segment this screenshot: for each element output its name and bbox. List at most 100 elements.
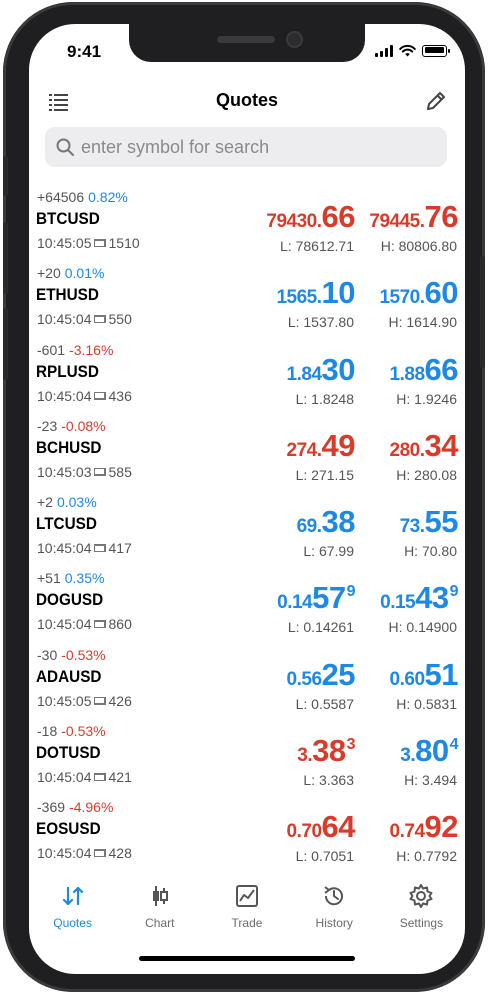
spread-icon — [93, 543, 106, 553]
ask-price: 0.15439 — [380, 580, 458, 616]
volume-down-button — [3, 308, 8, 380]
bid-price-pips: 49 — [321, 427, 356, 463]
quote-meta: 10:45:05 1510 — [37, 235, 140, 251]
quote-time: 10:45:04 — [37, 387, 92, 404]
bid-price-prefix: 3. — [297, 745, 313, 767]
bid-price-fraction: 3 — [346, 736, 356, 754]
bid-price: 1565.10 — [276, 275, 355, 311]
change-points: +2 — [37, 494, 53, 511]
bid-price-pips: 57 — [312, 580, 346, 616]
tab-quotes[interactable]: Quotes — [29, 876, 116, 936]
change-percent: 0.03% — [56, 494, 97, 511]
symbol-name: DOGUSD — [36, 590, 104, 610]
quote-row[interactable]: -23 -0.08% BCHUSD 10:45:03 585 274.49 280.34 L:… — [29, 416, 465, 492]
ask-price-pips: 60 — [424, 275, 459, 311]
quote-row[interactable]: +64506 0.82% BTCUSD 10:45:05 1510 79430.66 794… — [29, 187, 465, 263]
tab-trade[interactable]: Trade — [203, 876, 290, 936]
ask-price: 1570.60 — [379, 275, 458, 311]
spread-icon — [93, 696, 106, 706]
status-time: 9:41 — [67, 42, 102, 61]
spread-value: 585 — [108, 463, 132, 480]
high-price: H: 0.7792 — [396, 848, 457, 865]
tab-label: Chart — [145, 916, 175, 930]
spread-icon — [93, 314, 106, 324]
low-price: L: 0.7051 — [295, 848, 354, 865]
symbol-name: ETHUSD — [36, 285, 99, 305]
speaker — [217, 36, 275, 43]
spread-value: 417 — [108, 540, 132, 557]
symbol-name: DOTUSD — [36, 743, 101, 763]
bid-price-pips: 38 — [321, 504, 356, 540]
change-points: +64506 — [37, 189, 85, 205]
quote-row[interactable]: -601 -3.16% RPLUSD 10:45:04 436 1.8430 1.8866 L… — [29, 340, 465, 416]
low-price: L: 67.99 — [303, 543, 354, 560]
quote-time: 10:45:05 — [37, 235, 92, 251]
quotes-icon — [59, 882, 87, 910]
change-points: -601 — [37, 341, 66, 358]
ask-price-prefix: 1570. — [379, 287, 425, 309]
bid-price-prefix: 0.56 — [286, 668, 322, 690]
pencil-icon[interactable] — [423, 88, 449, 114]
quote-row[interactable]: +51 0.35% DOGUSD 10:45:04 860 0.14579 0.15439 L… — [29, 568, 465, 644]
tab-chart[interactable]: Chart — [116, 876, 203, 936]
quote-row[interactable]: -369 -4.96% EOSUSD 10:45:04 428 0.7064 0.7492 L… — [29, 797, 465, 873]
bid-price-pips: 64 — [321, 809, 356, 845]
change-percent: -4.96% — [69, 799, 114, 816]
bid-price: 79430.66 — [266, 199, 355, 235]
symbol-name: ADAUSD — [36, 666, 102, 686]
quote-row[interactable]: +2 0.03% LTCUSD 10:45:04 417 69.38 73.55 L: 67.… — [29, 492, 465, 568]
home-indicator — [139, 956, 355, 961]
search-input[interactable] — [81, 127, 441, 167]
low-price: L: 3.363 — [303, 772, 354, 789]
change-points: +20 — [37, 265, 61, 282]
high-price: H: 280.08 — [396, 466, 457, 483]
high-price: H: 80806.80 — [380, 238, 457, 254]
ask-price-fraction: 9 — [449, 583, 459, 601]
tab-label: Settings — [399, 916, 444, 930]
high-price: H: 0.5831 — [396, 695, 457, 712]
tab-settings[interactable]: Settings — [378, 876, 465, 936]
bid-price-prefix: 0.14 — [277, 592, 313, 614]
quote-row[interactable]: -18 -0.53% DOTUSD 10:45:04 421 3.383 3.804 L: 3… — [29, 721, 465, 797]
bid-price-prefix: 0.70 — [286, 821, 322, 843]
quote-row[interactable]: -30 -0.53% ADAUSD 10:45:05 426 0.5625 0.6051 L:… — [29, 645, 465, 721]
quote-row[interactable]: +20 0.01% ETHUSD 10:45:04 550 1565.10 1570.60 L… — [29, 263, 465, 339]
spread-value: 550 — [108, 311, 132, 328]
quote-time: 10:45:04 — [37, 540, 92, 557]
quote-meta: 10:45:04 417 — [37, 540, 132, 556]
bid-price: 0.14579 — [277, 580, 355, 616]
ask-price: 73.55 — [399, 504, 459, 540]
change-line: -30 -0.53% — [37, 647, 106, 663]
quote-meta: 10:45:04 428 — [37, 845, 132, 861]
ask-price-pips: 55 — [424, 504, 459, 540]
ask-price-prefix: 79445. — [369, 211, 425, 232]
ask-price-pips: 43 — [415, 580, 449, 616]
bid-price-prefix: 79430. — [266, 211, 322, 232]
tab-history[interactable]: History — [291, 876, 378, 936]
ask-price: 79445.76 — [369, 199, 458, 235]
status-icons — [375, 44, 450, 57]
spread-value: 1510 — [108, 235, 140, 251]
change-points: -23 — [37, 417, 58, 434]
nav-bar: Quotes — [29, 82, 465, 122]
spread-value: 428 — [108, 845, 132, 862]
change-percent: -3.16% — [69, 341, 114, 358]
bid-price: 69.38 — [297, 504, 356, 540]
search-bar[interactable] — [45, 127, 447, 167]
bid-price-pips: 30 — [321, 351, 356, 387]
ask-price-pips: 34 — [424, 427, 459, 463]
ask-price-pips: 66 — [424, 351, 459, 387]
bid-price: 274.49 — [287, 427, 356, 464]
camera — [286, 31, 303, 48]
ask-price-prefix: 73. — [399, 516, 425, 538]
change-points: -18 — [37, 723, 58, 740]
spread-value: 426 — [108, 692, 132, 709]
change-line: -18 -0.53% — [37, 723, 106, 739]
high-price: H: 0.14900 — [388, 619, 458, 636]
low-price: L: 78612.71 — [280, 238, 354, 254]
bid-price: 3.383 — [297, 733, 355, 769]
quote-meta: 10:45:04 421 — [37, 769, 132, 785]
quote-meta: 10:45:04 550 — [37, 311, 132, 327]
spread-icon — [93, 238, 106, 248]
change-line: -601 -3.16% — [37, 342, 113, 358]
